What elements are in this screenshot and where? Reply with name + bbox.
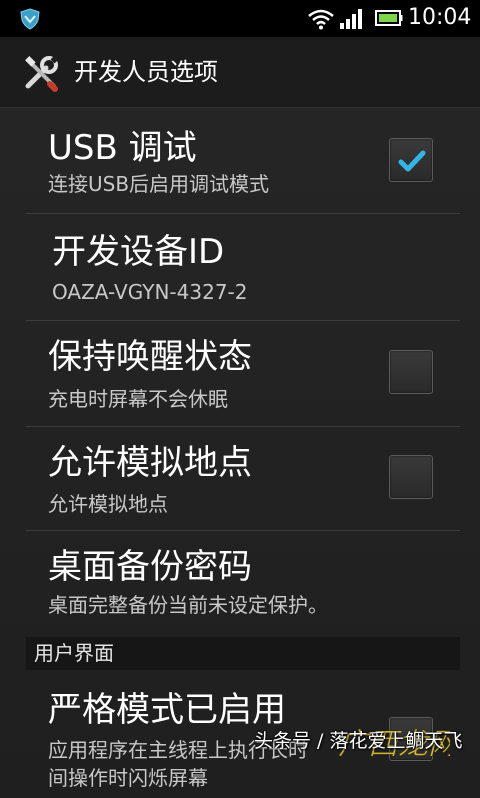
wifi-icon xyxy=(308,9,334,30)
pref-device-id[interactable]: 开发设备ID OAZA-VGYN-4327-2 xyxy=(0,214,480,320)
mock-locations-checkbox[interactable] xyxy=(389,455,433,499)
pref-summary: 充电时屏幕不会休眠 xyxy=(48,387,228,411)
stay-awake-checkbox[interactable] xyxy=(389,350,433,394)
pref-title: USB 调试 xyxy=(48,128,197,168)
status-bar: 10:04 xyxy=(0,0,480,37)
signal-icon xyxy=(340,9,362,29)
tools-icon xyxy=(25,56,58,92)
pref-summary: 允许模拟地点 xyxy=(48,492,168,516)
usb-debugging-checkbox[interactable] xyxy=(389,138,433,182)
status-clock: 10:04 xyxy=(408,5,472,30)
pref-title: 允许模拟地点 xyxy=(48,443,252,483)
section-header-user-interface: 用户界面 xyxy=(26,637,460,670)
pref-title: 严格模式已启用 xyxy=(48,690,286,730)
settings-screen: 开发人员选项 USB 调试 连接USB后启用调试模式 开发设备ID OAZA-V… xyxy=(0,37,480,798)
pref-summary: 桌面完整备份当前未设定保护。 xyxy=(48,593,328,617)
section-header-label: 用户界面 xyxy=(34,641,114,665)
pref-summary-line2: 间操作时闪烁屏幕 xyxy=(48,766,208,790)
pref-mock-locations[interactable]: 允许模拟地点 允许模拟地点 xyxy=(0,427,480,530)
checkmark-icon xyxy=(398,150,426,172)
pref-stay-awake[interactable]: 保持唤醒状态 充电时屏幕不会休眠 xyxy=(0,321,480,426)
shield-icon xyxy=(20,8,40,30)
pref-backup-password[interactable]: 桌面备份密码 桌面完整备份当前未设定保护。 xyxy=(0,531,480,637)
watermark-text: 头条号 / 落花爱上鲷天飞 xyxy=(254,730,463,752)
pref-title: 桌面备份密码 xyxy=(48,547,252,587)
pref-summary: 连接USB后启用调试模式 xyxy=(48,172,270,196)
pref-title: 保持唤醒状态 xyxy=(48,337,252,377)
title-bar: 开发人员选项 xyxy=(0,37,480,108)
pref-summary: OAZA-VGYN-4327-2 xyxy=(52,280,248,304)
pref-title: 开发设备ID xyxy=(52,232,225,272)
pref-usb-debugging[interactable]: USB 调试 连接USB后启用调试模式 xyxy=(0,107,480,213)
battery-icon xyxy=(375,10,403,26)
page-title: 开发人员选项 xyxy=(74,58,218,86)
